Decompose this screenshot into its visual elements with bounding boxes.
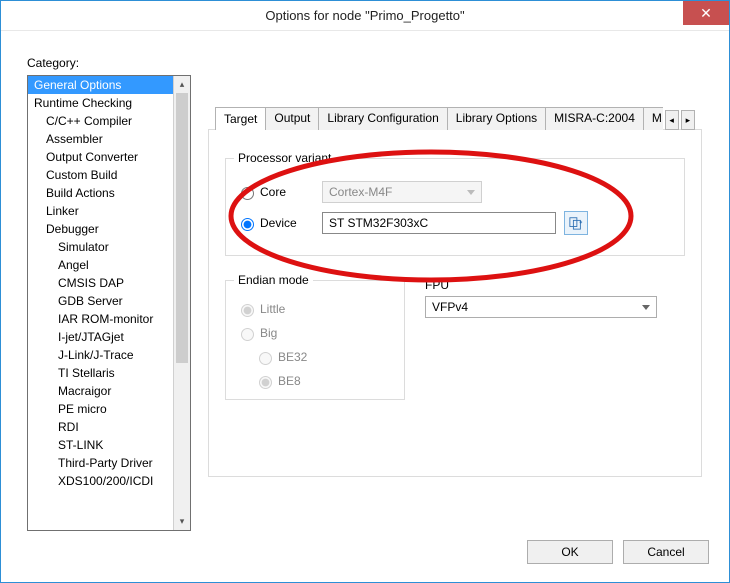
tab[interactable]: Output: [265, 107, 319, 130]
tab-scroll-right[interactable]: ▸: [681, 110, 695, 130]
core-combobox: Cortex-M4F: [322, 181, 482, 203]
category-item[interactable]: CMSIS DAP: [28, 274, 173, 292]
window-title: Options for node "Primo_Progetto": [265, 8, 464, 23]
core-radio[interactable]: [241, 187, 254, 200]
device-field[interactable]: ST STM32F303xC: [322, 212, 556, 234]
scroll-up-icon[interactable]: ▴: [174, 76, 190, 93]
category-item[interactable]: Assembler: [28, 130, 173, 148]
endian-big-radio: [241, 328, 254, 341]
core-label: Core: [260, 185, 322, 199]
endian-little-radio: [241, 304, 254, 317]
group-title: Processor variant: [234, 151, 335, 165]
device-value: ST STM32F303xC: [329, 216, 428, 230]
category-item[interactable]: RDI: [28, 418, 173, 436]
processor-variant-group: Processor variant Core Cortex-M4F Device…: [225, 158, 685, 256]
close-icon: ✕: [700, 5, 712, 22]
category-item[interactable]: I-jet/JTAGjet: [28, 328, 173, 346]
tab[interactable]: MISRA-C:2004: [545, 107, 644, 130]
endian-mode-group: Endian mode Little Big BE32 BE8: [225, 280, 405, 400]
category-label: Category:: [27, 56, 79, 70]
cancel-button[interactable]: Cancel: [623, 540, 709, 564]
ok-button[interactable]: OK: [527, 540, 613, 564]
tabstrip: TargetOutputLibrary ConfigurationLibrary…: [215, 108, 695, 130]
options-dialog: Options for node "Primo_Progetto" ✕ Cate…: [0, 0, 730, 583]
fpu-label: FPU: [425, 278, 449, 292]
endian-be8-radio: [259, 376, 272, 389]
category-listbox[interactable]: General OptionsRuntime CheckingC/C++ Com…: [27, 75, 191, 531]
core-value: Cortex-M4F: [329, 185, 392, 199]
category-item[interactable]: Macraigor: [28, 382, 173, 400]
category-item[interactable]: Runtime Checking: [28, 94, 173, 112]
category-item[interactable]: IAR ROM-monitor: [28, 310, 173, 328]
browse-icon: [569, 216, 583, 230]
endian-be32-radio: [259, 352, 272, 365]
category-item[interactable]: C/C++ Compiler: [28, 112, 173, 130]
category-item[interactable]: General Options: [28, 76, 173, 94]
category-item[interactable]: Third-Party Driver: [28, 454, 173, 472]
category-item[interactable]: Debugger: [28, 220, 173, 238]
device-browse-button[interactable]: [564, 211, 588, 235]
category-item[interactable]: PE micro: [28, 400, 173, 418]
fpu-value: VFPv4: [432, 300, 468, 314]
tab[interactable]: MISR: [643, 107, 663, 130]
category-item[interactable]: Build Actions: [28, 184, 173, 202]
device-label: Device: [260, 216, 322, 230]
category-item[interactable]: XDS100/200/ICDI: [28, 472, 173, 490]
scroll-down-icon[interactable]: ▾: [174, 513, 190, 530]
endian-little-label: Little: [260, 302, 285, 316]
dialog-button-row: OK Cancel: [527, 540, 709, 564]
category-item[interactable]: Simulator: [28, 238, 173, 256]
category-item[interactable]: Linker: [28, 202, 173, 220]
scroll-track[interactable]: [174, 93, 190, 513]
category-item[interactable]: Custom Build: [28, 166, 173, 184]
category-item[interactable]: J-Link/J-Trace: [28, 346, 173, 364]
tab-scroll-left[interactable]: ◂: [665, 110, 679, 130]
category-item[interactable]: TI Stellaris: [28, 364, 173, 382]
category-item[interactable]: GDB Server: [28, 292, 173, 310]
tab[interactable]: Target: [215, 107, 266, 130]
endian-be8-label: BE8: [278, 374, 301, 388]
settings-panel: TargetOutputLibrary ConfigurationLibrary…: [208, 129, 702, 477]
fpu-combobox[interactable]: VFPv4: [425, 296, 657, 318]
endian-big-label: Big: [260, 326, 277, 340]
scrollbar[interactable]: ▴ ▾: [173, 76, 190, 530]
category-item[interactable]: Angel: [28, 256, 173, 274]
scroll-thumb[interactable]: [176, 93, 188, 363]
group-title: Endian mode: [234, 273, 313, 287]
category-item[interactable]: Output Converter: [28, 148, 173, 166]
close-button[interactable]: ✕: [683, 1, 729, 25]
tab[interactable]: Library Configuration: [318, 107, 447, 130]
category-item[interactable]: ST-LINK: [28, 436, 173, 454]
endian-be32-label: BE32: [278, 350, 307, 364]
tab[interactable]: Library Options: [447, 107, 546, 130]
titlebar: Options for node "Primo_Progetto" ✕: [1, 1, 729, 31]
device-radio[interactable]: [241, 218, 254, 231]
